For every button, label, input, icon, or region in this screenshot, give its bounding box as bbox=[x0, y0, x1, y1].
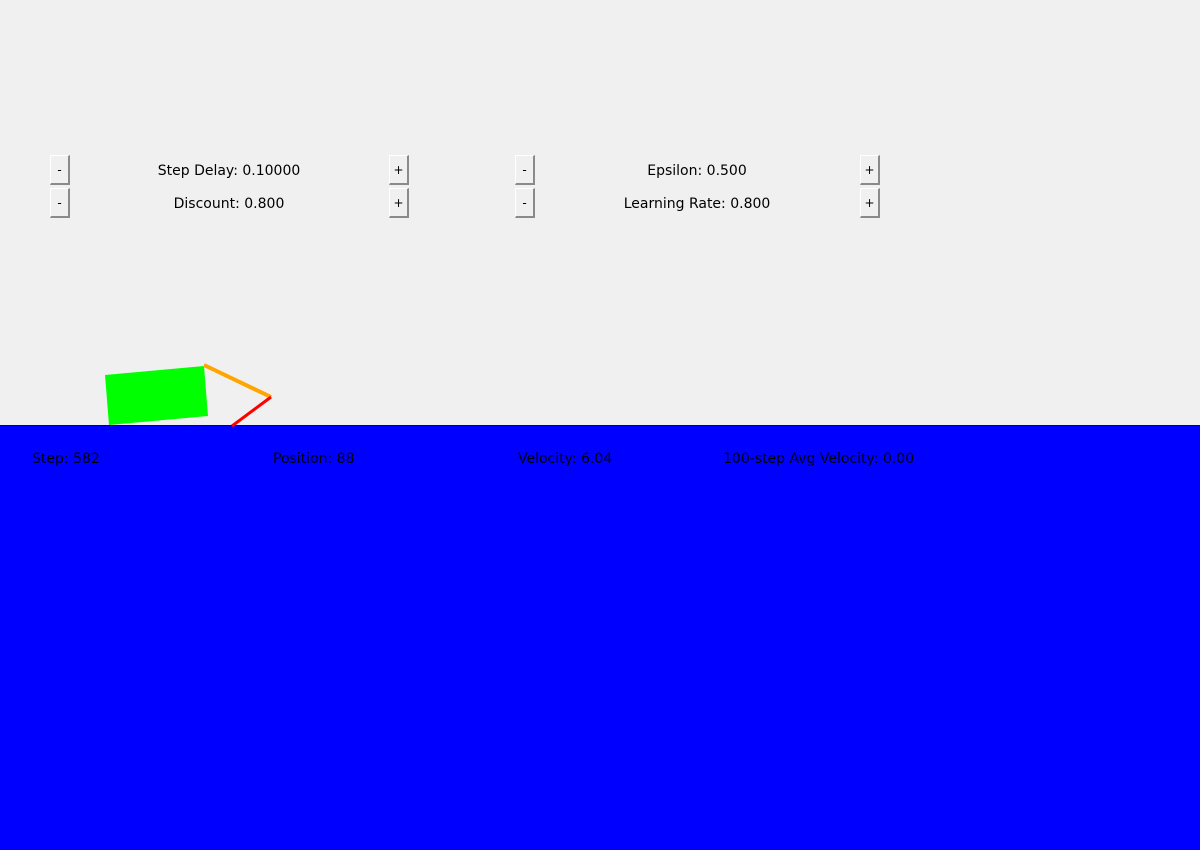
step-counter: Step: 582 bbox=[32, 451, 100, 467]
epsilon-decrease-button[interactable]: - bbox=[515, 155, 535, 185]
crawler-robot-hand bbox=[231, 395, 272, 428]
crawler-app-window: - Step Delay: 0.10000 + - Discount: 0.80… bbox=[0, 0, 1200, 850]
learning-rate-increase-button[interactable]: + bbox=[860, 188, 880, 218]
discount-increase-button[interactable]: + bbox=[389, 188, 409, 218]
crawler-robot-body bbox=[105, 366, 208, 425]
avg-velocity-readout: 100-step Avg Velocity: 0.00 bbox=[723, 451, 915, 467]
epsilon-label: Epsilon: 0.500 bbox=[647, 163, 747, 179]
position-readout: Position: 88 bbox=[273, 451, 355, 467]
step-delay-label: Step Delay: 0.10000 bbox=[157, 163, 301, 179]
ground-area bbox=[0, 425, 1200, 850]
step-delay-increase-button[interactable]: + bbox=[389, 155, 409, 185]
crawler-robot-arm bbox=[203, 363, 272, 399]
epsilon-increase-button[interactable]: + bbox=[860, 155, 880, 185]
velocity-readout: Velocity: 6.04 bbox=[518, 451, 613, 467]
learning-rate-decrease-button[interactable]: - bbox=[515, 188, 535, 218]
learning-rate-label: Learning Rate: 0.800 bbox=[623, 196, 771, 212]
discount-label: Discount: 0.800 bbox=[173, 196, 285, 212]
discount-decrease-button[interactable]: - bbox=[50, 188, 70, 218]
step-delay-decrease-button[interactable]: - bbox=[50, 155, 70, 185]
